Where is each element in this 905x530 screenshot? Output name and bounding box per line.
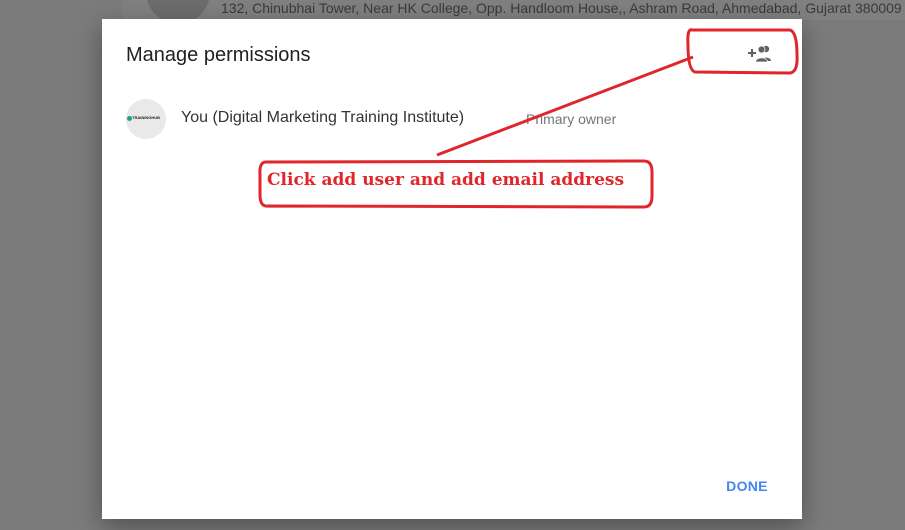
done-button[interactable]: DONE xyxy=(717,474,777,498)
manage-permissions-dialog: Manage permissions TRAININGHUB You (Digi… xyxy=(102,19,802,519)
avatar-logo: TRAININGHUB xyxy=(132,115,160,120)
annotation-text: Click add user and add email address xyxy=(267,170,625,190)
dialog-title: Manage permissions xyxy=(126,44,311,66)
user-row: TRAININGHUB You (Digital Marketing Train… xyxy=(126,99,766,139)
user-role: Primary owner xyxy=(526,111,617,127)
add-user-button[interactable] xyxy=(747,43,773,65)
person-add-icon xyxy=(748,45,771,63)
business-address: 132, Chinubhai Tower, Near HK College, O… xyxy=(221,0,902,16)
user-name: You (Digital Marketing Training Institut… xyxy=(181,109,465,126)
user-avatar: TRAININGHUB xyxy=(126,99,166,139)
